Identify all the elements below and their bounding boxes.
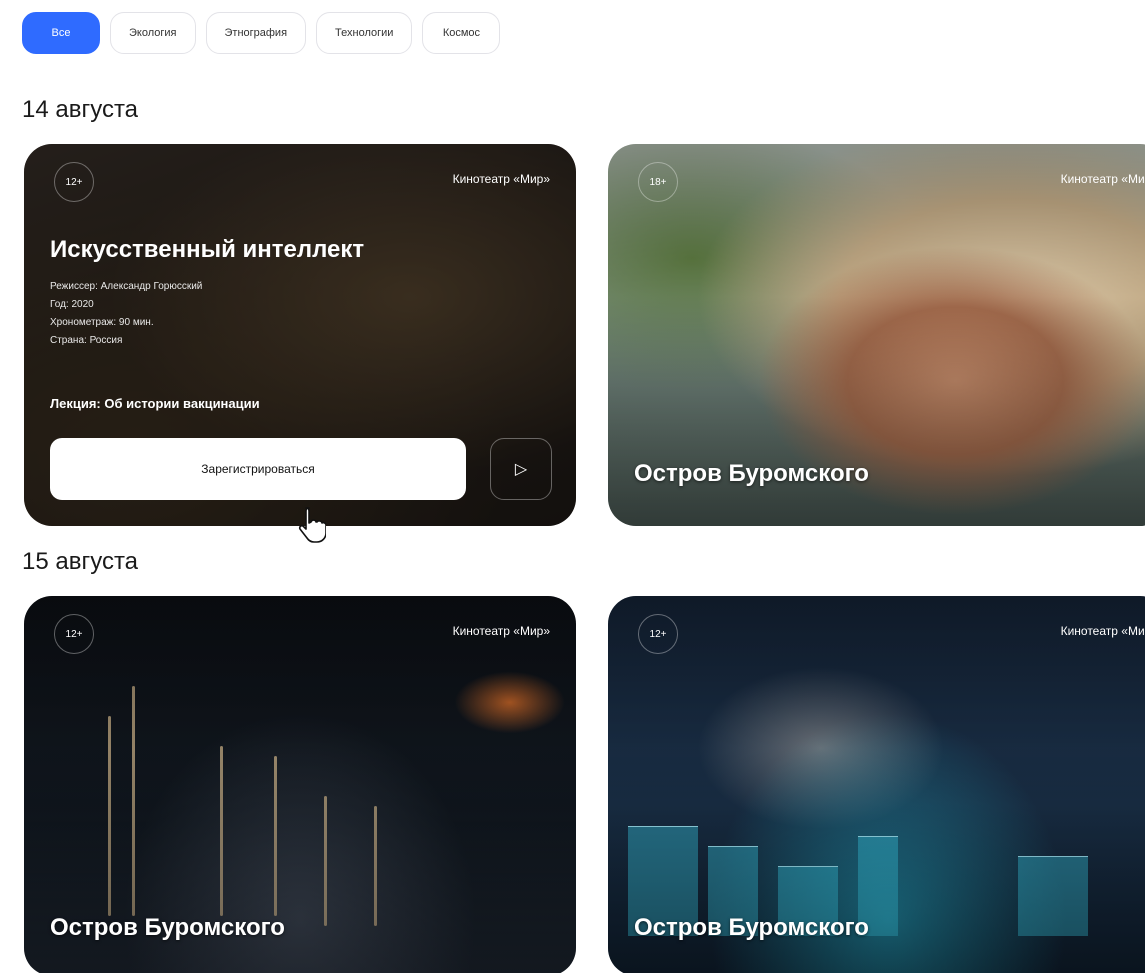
meta-year: Год: 2020 — [50, 299, 94, 310]
play-trailer-button[interactable]: ▷ — [490, 438, 552, 500]
event-card[interactable]: 12+ Кинотеатр «Мир» Остров Буромского — [608, 596, 1145, 973]
event-title: Искусственный интеллект — [50, 236, 365, 263]
filter-chip-ethnography[interactable]: Этнография — [205, 12, 307, 54]
event-title: Остров Буромского — [50, 914, 285, 941]
lecture-label: Лекция: Об истории вакцинации — [50, 396, 260, 411]
event-card[interactable]: 12+ Кинотеатр «Мир» Остров Буромского — [24, 596, 576, 973]
section-date-14: 14 августа — [22, 96, 139, 123]
filter-chip-technology[interactable]: Технологии — [316, 12, 413, 54]
meta-country: Страна: Россия — [50, 335, 123, 346]
filter-chip-all[interactable]: Все — [22, 12, 100, 54]
hand-pointer-cursor-icon — [298, 507, 326, 543]
age-rating-badge: 12+ — [54, 162, 94, 202]
event-title: Остров Буромского — [634, 460, 869, 487]
event-card-expanded[interactable]: 12+ Кинотеатр «Мир» Искусственный интелл… — [24, 144, 576, 526]
event-title: Остров Буромского — [634, 914, 869, 941]
filter-bar: Все Экология Этнография Технологии Космо… — [22, 12, 501, 54]
meta-director: Режиссер: Александр Горюсский — [50, 281, 203, 292]
meta-duration: Хронометраж: 90 мин. — [50, 317, 154, 328]
venue-label: Кинотеатр «Мир» — [452, 624, 550, 638]
filter-chip-space[interactable]: Космос — [422, 12, 501, 54]
age-rating-badge: 18+ — [638, 162, 678, 202]
venue-label: Кинотеатр «Мир» — [1060, 624, 1145, 638]
venue-label: Кинотеатр «Мир» — [1060, 172, 1145, 186]
filter-chip-ecology[interactable]: Экология — [110, 12, 196, 54]
age-rating-badge: 12+ — [54, 614, 94, 654]
age-rating-badge: 12+ — [638, 614, 678, 654]
event-card[interactable]: 18+ Кинотеатр «Мир» Остров Буромского — [608, 144, 1145, 526]
event-meta: Режиссер: Александр Горюсский Год: 2020 … — [50, 278, 202, 350]
play-icon: ▷ — [514, 461, 528, 478]
venue-label: Кинотеатр «Мир» — [452, 172, 550, 186]
register-button[interactable]: Зарегистрироваться — [50, 438, 466, 500]
section-date-15: 15 августа — [22, 548, 139, 575]
